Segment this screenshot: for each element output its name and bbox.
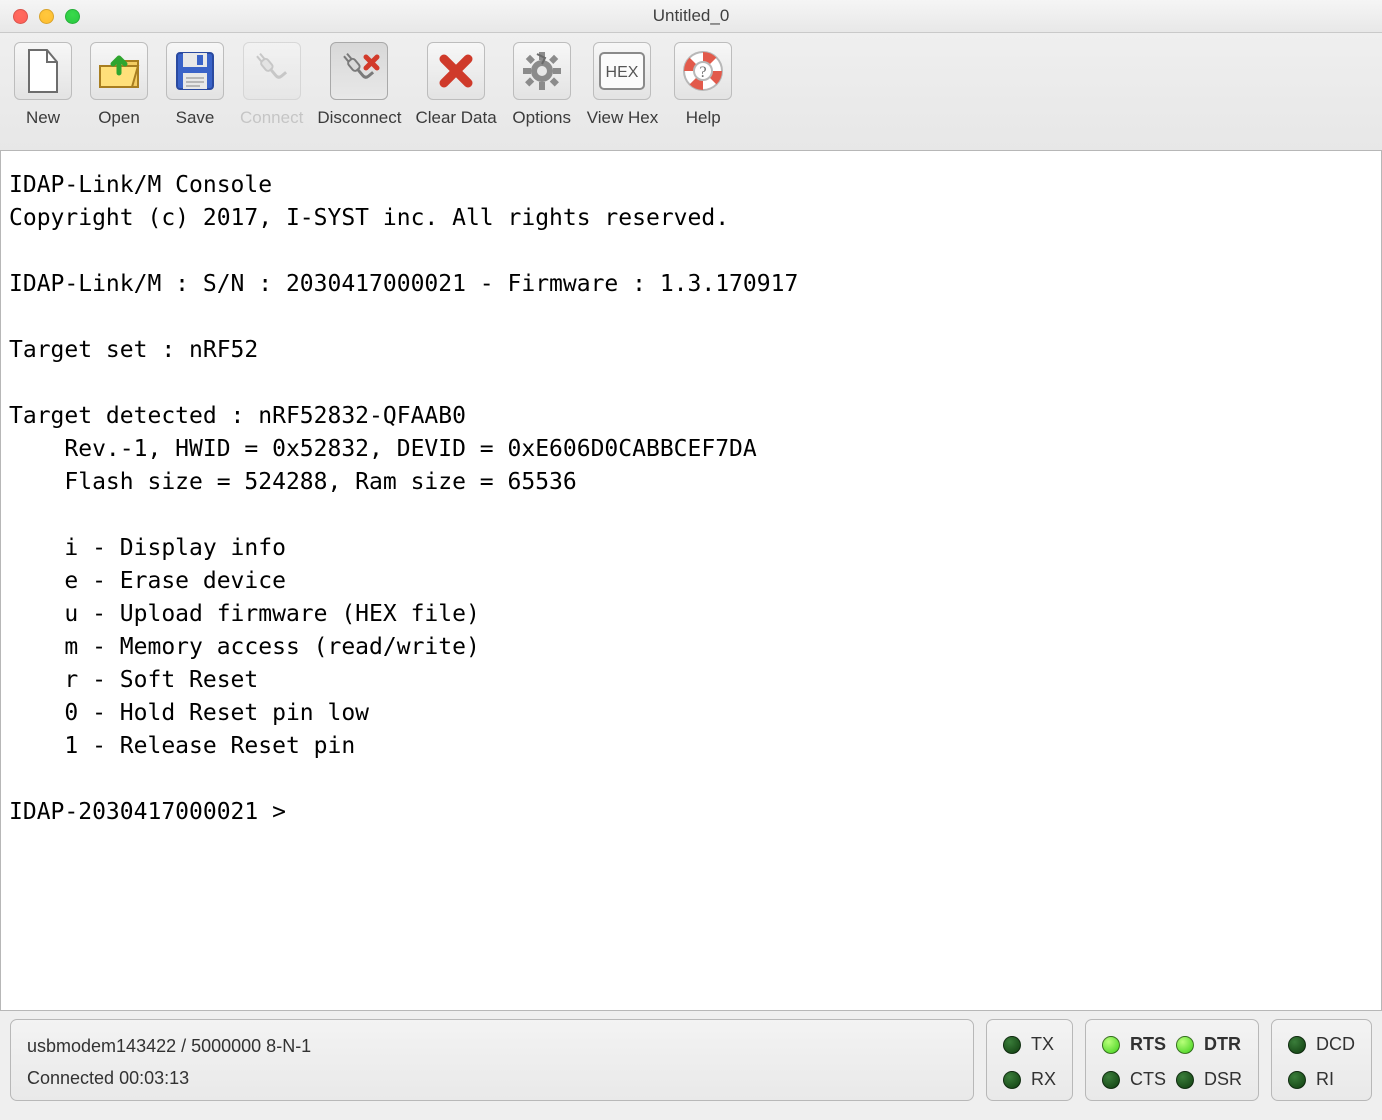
dcd-ri-panel: DCD RI — [1271, 1019, 1372, 1101]
options-label: Options — [512, 108, 571, 128]
help-lifebuoy-icon: ? — [674, 42, 732, 100]
dsr-label: DSR — [1204, 1069, 1242, 1090]
rts-label: RTS — [1130, 1034, 1166, 1055]
rts-led[interactable] — [1102, 1036, 1120, 1054]
ri-led — [1288, 1071, 1306, 1089]
status-bar: usbmodem143422 / 5000000 8-N-1 Connected… — [0, 1011, 1382, 1111]
connection-panel: usbmodem143422 / 5000000 8-N-1 Connected… — [10, 1019, 974, 1101]
connect-plug-icon — [243, 42, 301, 100]
clear-data-label: Clear Data — [415, 108, 496, 128]
open-button[interactable]: Open — [88, 39, 150, 128]
tx-label: TX — [1031, 1034, 1056, 1055]
svg-text:HEX: HEX — [606, 64, 639, 81]
window-title: Untitled_0 — [0, 6, 1382, 26]
open-label: Open — [98, 108, 140, 128]
disconnect-plug-icon — [330, 42, 388, 100]
connect-button: Connect — [240, 39, 303, 128]
dsr-led — [1176, 1071, 1194, 1089]
svg-text:?: ? — [700, 64, 707, 81]
save-label: Save — [176, 108, 215, 128]
save-button[interactable]: Save — [164, 39, 226, 128]
cts-led — [1102, 1071, 1120, 1089]
open-folder-icon — [90, 42, 148, 100]
options-button[interactable]: Options — [511, 39, 573, 128]
handshake-panel: RTS DTR CTS DSR — [1085, 1019, 1259, 1101]
new-button[interactable]: New — [12, 39, 74, 128]
help-button[interactable]: ? Help — [672, 39, 734, 128]
port-settings-label: usbmodem143422 / 5000000 8-N-1 — [27, 1036, 957, 1057]
titlebar: Untitled_0 — [0, 0, 1382, 33]
connect-label: Connect — [240, 108, 303, 128]
toolbar: New Open Save Connect Disconnect Clear D… — [0, 33, 1382, 151]
cts-label: CTS — [1130, 1069, 1166, 1090]
new-label: New — [26, 108, 60, 128]
view-hex-label: View Hex — [587, 108, 659, 128]
clear-data-button[interactable]: Clear Data — [415, 39, 496, 128]
close-window-button[interactable] — [13, 9, 28, 24]
ri-label: RI — [1316, 1069, 1355, 1090]
terminal-output[interactable]: IDAP-Link/M Console Copyright (c) 2017, … — [0, 151, 1382, 1011]
view-hex-button[interactable]: HEX View Hex — [587, 39, 659, 128]
zoom-window-button[interactable] — [65, 9, 80, 24]
hex-icon: HEX — [593, 42, 651, 100]
dcd-led — [1288, 1036, 1306, 1054]
save-floppy-icon — [166, 42, 224, 100]
rx-label: RX — [1031, 1069, 1056, 1090]
disconnect-button[interactable]: Disconnect — [317, 39, 401, 128]
help-label: Help — [686, 108, 721, 128]
dtr-label: DTR — [1204, 1034, 1242, 1055]
tx-led — [1003, 1036, 1021, 1054]
gear-icon — [513, 42, 571, 100]
new-file-icon — [14, 42, 72, 100]
clear-x-icon — [427, 42, 485, 100]
rx-led — [1003, 1071, 1021, 1089]
window-controls — [13, 9, 80, 24]
dcd-label: DCD — [1316, 1034, 1355, 1055]
connection-time-label: Connected 00:03:13 — [27, 1068, 957, 1089]
dtr-led[interactable] — [1176, 1036, 1194, 1054]
txrx-panel: TX RX — [986, 1019, 1073, 1101]
disconnect-label: Disconnect — [317, 108, 401, 128]
minimize-window-button[interactable] — [39, 9, 54, 24]
